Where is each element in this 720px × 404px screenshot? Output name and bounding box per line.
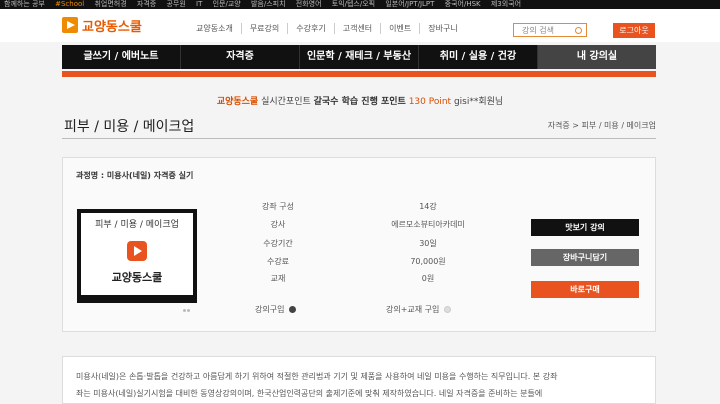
top-utility-bar: 함께하는 공부 #School 취업면허경 자격증 공무원 IT 인문/교양 발… xyxy=(0,0,720,9)
topbar-item[interactable]: IT xyxy=(196,0,202,8)
info-value: 70,000원 xyxy=(410,257,446,266)
add-to-cart-button[interactable]: 장바구니담기 xyxy=(531,249,639,266)
page-title-bar: 피부 / 미용 / 메이크업 자격증 > 피부 / 미용 / 메이크업 xyxy=(62,116,656,139)
topbar-item[interactable]: 일본어/JPT/JLPT xyxy=(385,0,434,8)
info-label: 강사 xyxy=(270,220,286,229)
radio-selected-icon[interactable] xyxy=(289,306,297,313)
info-row-fee: 수강료 70,000원 xyxy=(223,256,503,268)
logo-text: 교양동스쿨 xyxy=(82,19,142,35)
topbar-item[interactable]: 인문/교양 xyxy=(213,0,241,8)
description-line: 미용사(네일)은 손톱·발톱을 건강하고 아름답게 하기 위하여 적절한 관리법… xyxy=(76,372,558,381)
topbar-item[interactable]: 공무원 xyxy=(166,0,185,8)
main-category-nav: 글쓰기 / 에버노트 자격증 인문학 / 재테크 / 부동산 취미 / 실용 /… xyxy=(62,45,656,69)
site-logo[interactable]: 교양동스쿨 xyxy=(62,15,142,35)
category-writing[interactable]: 글쓰기 / 에버노트 xyxy=(62,45,181,69)
header-nav: 교양동소개 무료강의 수강후기 고객센터 이벤트 장바구니 xyxy=(188,23,466,34)
nav-item-cart[interactable]: 장바구니 xyxy=(420,23,465,34)
topbar-item[interactable]: 자격증 xyxy=(137,0,156,8)
info-row-lessons: 강좌 구성 14강 xyxy=(223,201,503,213)
breadcrumb: 자격증 > 피부 / 미용 / 메이크업 xyxy=(547,121,656,130)
thumbnail-category: 피부 / 미용 / 메이크업 xyxy=(95,220,179,230)
info-value: 0원 xyxy=(421,274,435,283)
play-icon xyxy=(127,241,147,261)
info-row-instructor: 강사 에르모소뷰티아카데미 xyxy=(223,219,503,231)
option-label: 강의+교재 구입 xyxy=(386,305,440,314)
nav-item-support[interactable]: 고객센터 xyxy=(335,23,382,34)
info-value: 30일 xyxy=(419,239,437,248)
points-value: 130 Point xyxy=(405,97,452,107)
option-lecture-with-book[interactable]: 강의+교재 구입 xyxy=(386,304,452,315)
page-title: 피부 / 미용 / 메이크업 xyxy=(64,119,195,135)
info-row-textbook: 교재 0원 xyxy=(223,273,503,285)
thumbnail-brand: 교양동스쿨 xyxy=(111,271,163,284)
topbar-item[interactable]: 중국어/HSK xyxy=(445,0,481,8)
logout-button[interactable]: 로그아웃 xyxy=(613,23,655,38)
topbar-item[interactable]: 취업면허경 xyxy=(94,0,126,8)
nav-item-reviews[interactable]: 수강후기 xyxy=(288,23,335,34)
course-name: 과정명 : 미용사(네일) 자격증 실기 xyxy=(76,171,194,180)
nav-item-about[interactable]: 교양동소개 xyxy=(188,23,242,34)
points-brand: 교양동스쿨 xyxy=(216,97,259,107)
info-label: 수강료 xyxy=(266,257,290,266)
option-label: 강의구입 xyxy=(255,305,285,314)
info-value: 에르모소뷰티아카데미 xyxy=(391,220,465,229)
category-hobby[interactable]: 취미 / 실용 / 건강 xyxy=(419,45,538,69)
option-lecture-only[interactable]: 강의구입 xyxy=(255,304,297,315)
points-user: gisi**회원님 xyxy=(451,97,504,107)
search-placeholder: 강의 검색 xyxy=(522,26,554,35)
nav-divider xyxy=(62,71,656,77)
topbar-item[interactable]: 발음/스피치 xyxy=(251,0,286,8)
search-input[interactable]: 강의 검색 xyxy=(513,23,587,37)
course-thumbnail: 피부 / 미용 / 메이크업 교양동스쿨 xyxy=(77,209,197,312)
logo-play-icon xyxy=(62,17,78,33)
topbar-item[interactable]: 전화영어 xyxy=(296,0,322,8)
search-icon[interactable] xyxy=(575,27,582,34)
points-text: 실시간포인트 xyxy=(258,97,314,107)
points-highlight: 갈국수 학습 진행 포인트 xyxy=(313,97,406,107)
nav-item-free-lectures[interactable]: 무료강의 xyxy=(242,23,289,34)
radio-unselected-icon[interactable] xyxy=(444,306,452,313)
points-banner: 교양동스쿨 실시간포인트 갈국수 학습 진행 포인트 130 Point gis… xyxy=(0,94,720,107)
course-panel: 과정명 : 미용사(네일) 자격증 실기 피부 / 미용 / 메이크업 교양동스… xyxy=(62,157,656,332)
dots-icon xyxy=(182,297,192,312)
thumbnail-screen: 피부 / 미용 / 메이크업 교양동스쿨 xyxy=(81,213,193,295)
category-my-classroom[interactable]: 내 강의실 xyxy=(538,45,656,69)
topbar-item[interactable]: 토익/텝스/오픽 xyxy=(332,0,375,8)
buy-now-button[interactable]: 바로구매 xyxy=(531,281,639,298)
course-description: 미용사(네일)은 손톱·발톱을 건강하고 아름답게 하기 위하여 적절한 관리법… xyxy=(62,356,656,404)
category-humanities[interactable]: 인문학 / 재테크 / 부동산 xyxy=(300,45,419,69)
category-certificate[interactable]: 자격증 xyxy=(181,45,300,69)
description-line: 좌는 미용사(네일)실기시험을 대비한 동영상강의이며, 한국산업인력공단의 출… xyxy=(76,389,543,398)
info-row-period: 수강기간 30일 xyxy=(223,238,503,250)
topbar-item[interactable]: 제3외국어 xyxy=(491,0,521,8)
preview-lecture-button[interactable]: 맛보기 강의 xyxy=(531,219,639,236)
info-label: 수강기간 xyxy=(263,239,293,248)
topbar-item[interactable]: 함께하는 공부 xyxy=(4,0,45,8)
info-label: 교재 xyxy=(270,274,286,283)
info-label: 강좌 구성 xyxy=(262,202,294,211)
nav-item-events[interactable]: 이벤트 xyxy=(381,23,421,34)
site-header: 교양동스쿨 교양동소개 무료강의 수강후기 고객센터 이벤트 장바구니 강의 검… xyxy=(0,9,720,42)
info-value: 14강 xyxy=(419,202,437,211)
topbar-item[interactable]: #School xyxy=(55,0,84,8)
